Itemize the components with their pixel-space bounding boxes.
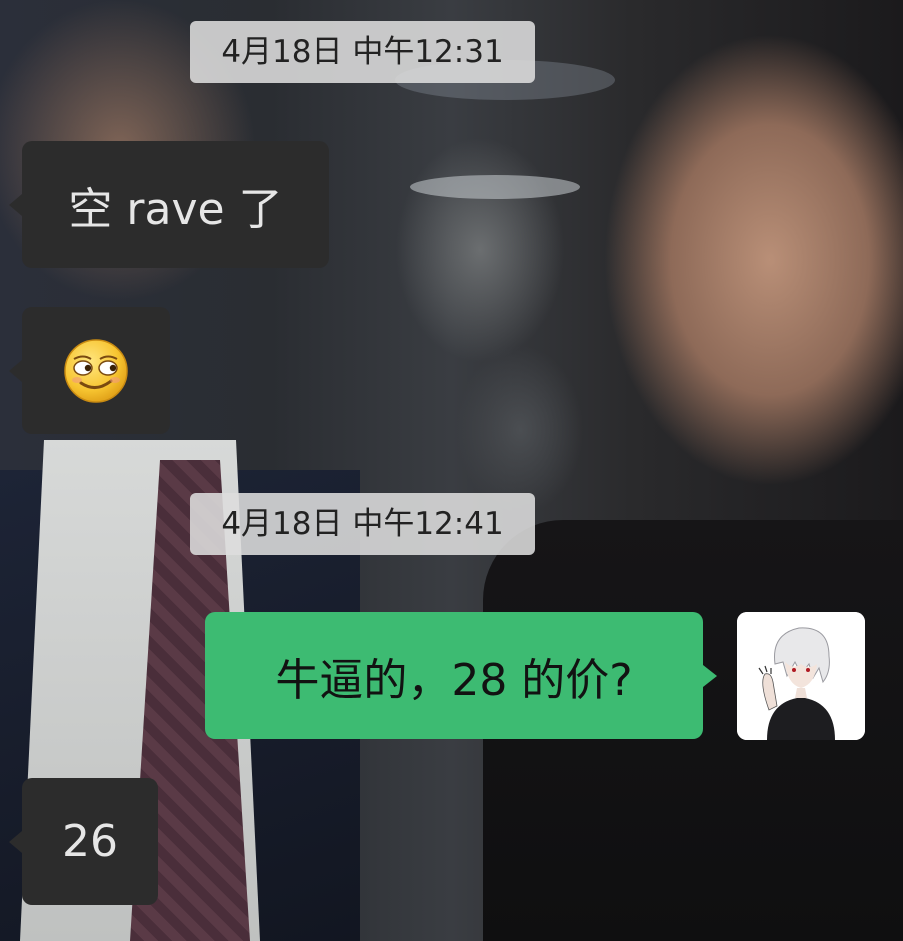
incoming-emoji-message-bubble[interactable] <box>9 307 170 434</box>
sly-smile-emoji-icon <box>64 338 128 403</box>
message-text: 26 <box>62 816 118 867</box>
anime-avatar-icon <box>737 612 865 740</box>
message-text: 空 rave 了 <box>68 183 283 235</box>
message-timestamp: 4月18日 中午12:41 <box>190 493 535 555</box>
self-avatar[interactable] <box>737 612 865 740</box>
background-light <box>410 175 580 199</box>
message-text: 牛逼的，28 的价? <box>275 654 633 706</box>
incoming-message-bubble[interactable]: 26 <box>9 778 158 905</box>
outgoing-message-bubble[interactable]: 牛逼的，28 的价? <box>205 612 717 739</box>
message-timestamp: 4月18日 中午12:31 <box>190 21 535 83</box>
incoming-message-bubble[interactable]: 空 rave 了 <box>9 141 329 268</box>
